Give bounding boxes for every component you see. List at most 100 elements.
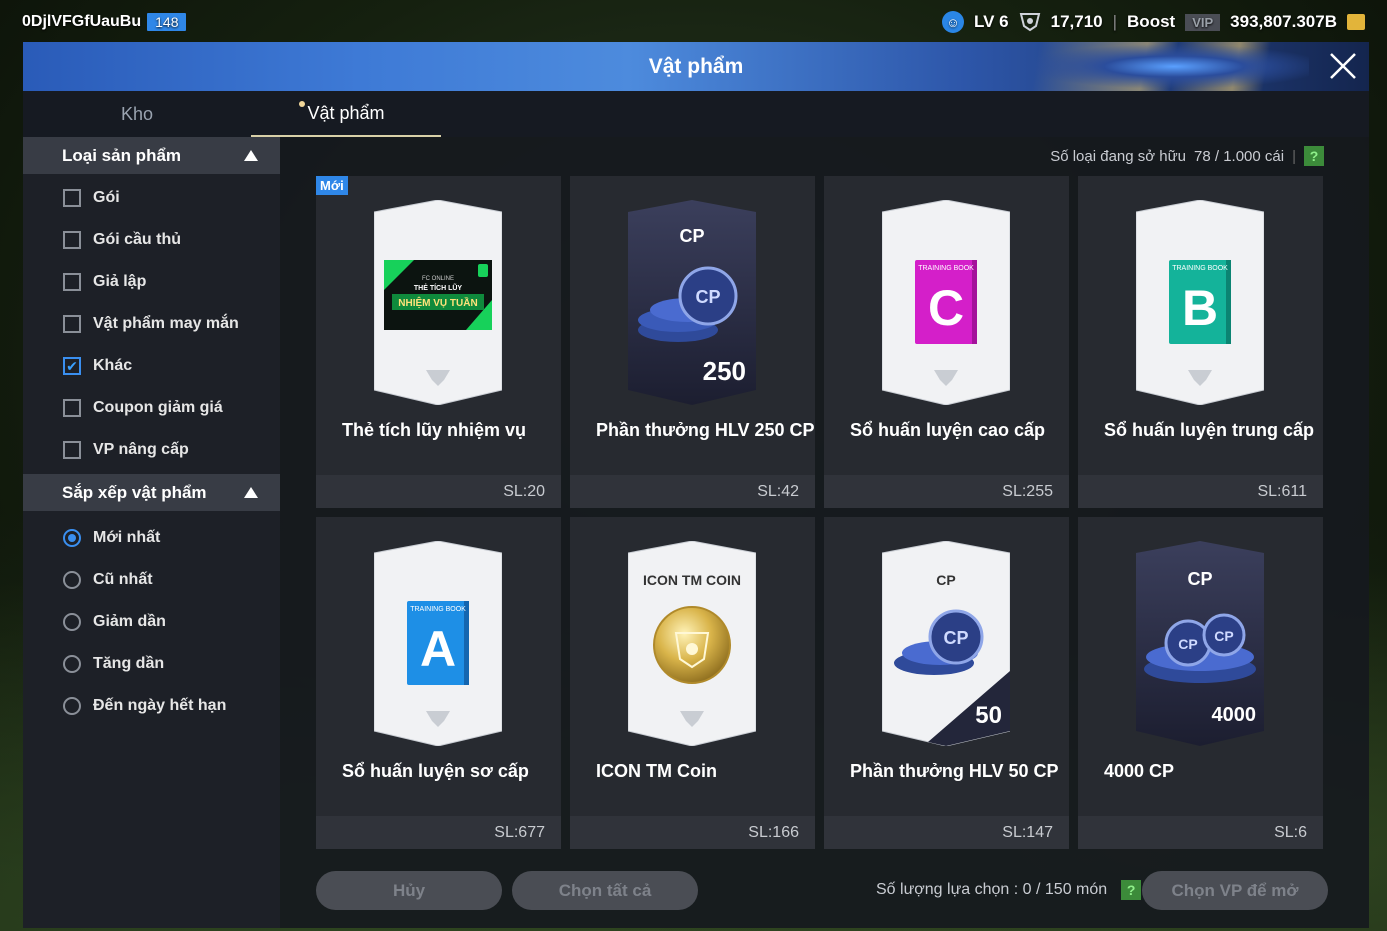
svg-text:TRAINING BOOK: TRAINING BOOK [410, 606, 466, 613]
help-button[interactable]: ? [1121, 880, 1142, 900]
item-quantity: SL:166 [570, 816, 815, 849]
item-name: Thẻ tích lũy nhiệm vụ [342, 420, 527, 440]
collapse-triangle-icon [244, 487, 258, 498]
bp-amount: 393,807.307B [1230, 12, 1337, 31]
svg-text:50: 50 [975, 702, 1002, 729]
svg-text:THẺ TÍCH LŨY: THẺ TÍCH LŨY [414, 283, 463, 292]
selection-count: Số lượng lựa chọn : 0 / 150 món ? [876, 880, 1142, 900]
svg-text:A: A [420, 621, 456, 677]
vip-badge[interactable]: VIP [1185, 13, 1221, 31]
owned-value: 78 / 1.000 cái [1194, 147, 1285, 165]
svg-text:CP: CP [943, 628, 968, 648]
sort-option-descending[interactable]: Giảm dần [23, 601, 280, 643]
owned-count: Số loại đang sở hữu 78 / 1.000 cái | ? [1050, 146, 1324, 166]
item-card[interactable]: CP CP 50 Phần thưởng HLV 50 CP SL:147 [824, 517, 1069, 849]
item-name: 4000 CP [1104, 761, 1175, 781]
item-quantity: SL:42 [570, 475, 815, 508]
svg-text:4000: 4000 [1212, 704, 1257, 726]
cp-card-image: CP CP CP 4000 [1136, 541, 1264, 746]
item-quantity: SL:255 [824, 475, 1069, 508]
category-section-header[interactable]: Loại sản phẩm [23, 137, 280, 174]
category-option-gia-lap[interactable]: Giả lập [23, 261, 280, 303]
checkbox[interactable] [63, 189, 81, 207]
dialog-title: Vật phẩm [648, 54, 744, 78]
owned-label: Số loại đang sở hữu [1050, 147, 1187, 165]
tab-kho[interactable]: Kho [23, 91, 251, 137]
category-option-khac[interactable]: ✔ Khác [23, 345, 280, 387]
radio[interactable] [63, 613, 81, 631]
sort-option-ascending[interactable]: Tăng dần [23, 643, 280, 685]
svg-text:CP: CP [936, 572, 955, 588]
item-name: Sổ huấn luyện cao cấp [850, 420, 1046, 440]
open-items-button[interactable]: Chọn VP để mở [1142, 871, 1328, 910]
item-card[interactable]: CP CP 250 Phần thưởng HLV 250 CP SL:42 [570, 176, 815, 508]
category-option-goi-cau-thu[interactable]: Gói cầu thủ [23, 219, 280, 261]
cancel-button[interactable]: Hủy [316, 871, 502, 910]
user-info: 0DjlVFGfUauBu 148 [22, 13, 187, 31]
trophy-count: 17,710 [1050, 12, 1103, 31]
divider: | [1112, 12, 1118, 31]
category-option-coupon[interactable]: Coupon giảm giá [23, 387, 280, 429]
svg-text:NHIỆM VỤ TUẦN: NHIỆM VỤ TUẦN [398, 296, 477, 309]
item-card[interactable]: CP CP CP 4000 4000 CP SL:6 [1078, 517, 1323, 849]
item-card[interactable]: Mới FC ONLINE THẺ TÍCH LŨY NHIỆM VỤ TUẦN… [316, 176, 561, 508]
new-dot-icon [299, 101, 305, 107]
currency-bar: ☺ LV 6 17,710 | Boost VIP 393,807.307B [941, 11, 1365, 33]
sort-option-oldest[interactable]: Cũ nhất [23, 559, 280, 601]
svg-text:ICON TM COIN: ICON TM COIN [643, 572, 741, 588]
category-option-may-man[interactable]: Vật phẩm may mắn [23, 303, 280, 345]
close-button[interactable] [1325, 48, 1361, 84]
checkbox[interactable] [63, 273, 81, 291]
divider: | [1292, 147, 1296, 165]
checkbox[interactable] [63, 399, 81, 417]
item-quantity: SL:677 [316, 816, 561, 849]
radio[interactable] [63, 571, 81, 589]
category-option-goi[interactable]: Gói [23, 177, 280, 219]
help-button[interactable]: ? [1304, 146, 1324, 166]
collapse-triangle-icon [244, 150, 258, 161]
radio[interactable] [63, 655, 81, 673]
checkbox-checked[interactable]: ✔ [63, 357, 81, 375]
category-options: Gói Gói cầu thủ Giả lập Vật phẩm may mắn… [23, 174, 280, 474]
checkbox[interactable] [63, 315, 81, 333]
sort-option-newest[interactable]: Mới nhất [23, 517, 280, 559]
username: 0DjlVFGfUauBu [22, 13, 142, 30]
sort-options: Mới nhất Cũ nhất Giảm dần Tăng dần Đến n… [23, 511, 280, 727]
item-name: Phần thưởng HLV 250 CP [596, 420, 815, 440]
svg-text:FC ONLINE: FC ONLINE [422, 276, 454, 282]
select-all-button[interactable]: Chọn tất cả [512, 871, 698, 910]
item-grid: Mới FC ONLINE THẺ TÍCH LŨY NHIỆM VỤ TUẦN… [316, 176, 1323, 849]
checkbox[interactable] [63, 441, 81, 459]
header-decoration [1009, 42, 1309, 91]
checkbox[interactable] [63, 231, 81, 249]
tab-bar: Kho Vật phẩm [23, 91, 1369, 137]
svg-text:CP: CP [679, 226, 704, 246]
trophy-shield-icon [1019, 11, 1041, 33]
selection-label: Số lượng lựa chọn : 0 / 150 món [876, 881, 1108, 898]
icon-tm-coin-image: ICON TM COIN [628, 541, 756, 746]
mission-card-image: FC ONLINE THẺ TÍCH LŨY NHIỆM VỤ TUẦN [374, 200, 502, 405]
svg-text:C: C [928, 280, 964, 336]
item-name: ICON TM Coin [596, 761, 717, 781]
tab-vat-pham[interactable]: Vật phẩm [251, 91, 441, 137]
item-name: Phần thưởng HLV 50 CP [850, 761, 1059, 781]
boost-label[interactable]: Boost [1127, 12, 1175, 32]
items-dialog: Vật phẩm Kho Vật phẩm Loại sản phẩm Gói … [23, 42, 1369, 928]
item-card[interactable]: TRAINING BOOK C Sổ huấn luyện cao cấp SL… [824, 176, 1069, 508]
category-option-vp-nang-cap[interactable]: VP nâng cấp [23, 429, 280, 471]
training-book-image: TRAINING BOOK C [882, 200, 1010, 405]
item-card[interactable]: ICON TM COIN ICON TM Coin SL:166 [570, 517, 815, 849]
radio[interactable] [63, 697, 81, 715]
svg-text:TRAINING BOOK: TRAINING BOOK [918, 265, 974, 272]
new-badge: Mới [316, 176, 348, 195]
item-card[interactable]: TRAINING BOOK A Sổ huấn luyện sơ cấp SL:… [316, 517, 561, 849]
bp-coin-icon [1347, 14, 1365, 30]
radio-selected[interactable] [63, 529, 81, 547]
item-quantity: SL:147 [824, 816, 1069, 849]
cp-card-image: CP CP 50 [882, 541, 1010, 746]
close-icon [1330, 53, 1356, 79]
sort-section-header[interactable]: Sắp xếp vật phẩm [23, 474, 280, 511]
dialog-header: Vật phẩm [23, 42, 1369, 91]
sort-option-expiry[interactable]: Đến ngày hết hạn [23, 685, 280, 727]
item-card[interactable]: TRAINING BOOK B Sổ huấn luyện trung cấp … [1078, 176, 1323, 508]
